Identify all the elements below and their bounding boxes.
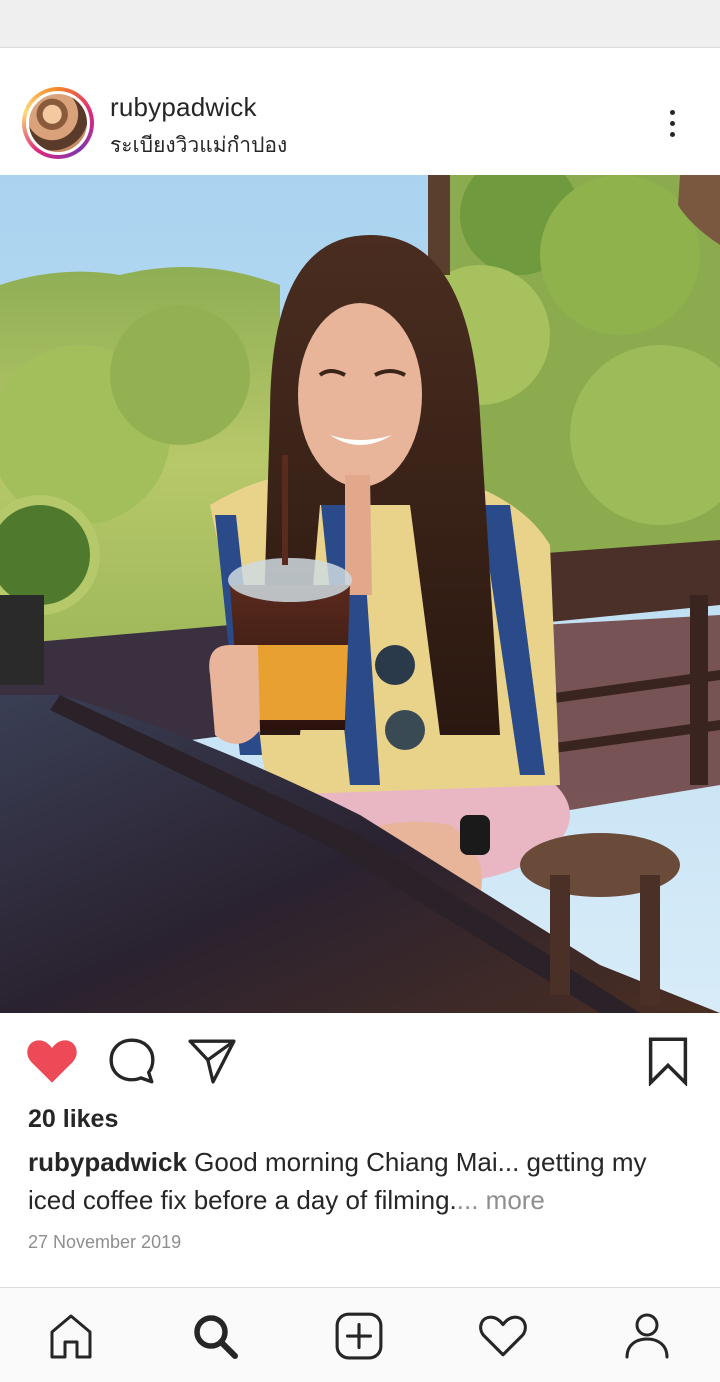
comment-bubble-icon — [109, 1038, 155, 1084]
home-icon — [50, 1314, 92, 1359]
save-button[interactable] — [640, 1033, 696, 1089]
post-username[interactable]: rubypadwick — [110, 92, 257, 123]
profile-icon — [625, 1313, 669, 1359]
post-actions — [0, 1013, 720, 1103]
post-header: rubypadwick ระเบียงวิวแม่กำปอง — [0, 49, 720, 175]
activity-heart-icon — [479, 1315, 527, 1357]
nav-home[interactable] — [43, 1308, 99, 1364]
nav-profile[interactable] — [619, 1308, 675, 1364]
post-date: 27 November 2019 — [28, 1232, 182, 1252]
status-bar — [0, 0, 720, 48]
share-button[interactable] — [184, 1033, 240, 1089]
new-post-icon — [335, 1312, 383, 1360]
post-caption: rubypadwick Good morning Chiang Mai... g… — [28, 1143, 698, 1219]
bottom-nav — [0, 1287, 720, 1382]
more-options-icon — [669, 109, 675, 115]
post-location[interactable]: ระเบียงวิวแม่กำปอง — [110, 129, 287, 162]
caption-username[interactable]: rubypadwick — [28, 1147, 187, 1177]
paper-plane-icon — [188, 1039, 236, 1084]
post-photo[interactable] — [0, 175, 720, 1013]
comment-button[interactable] — [104, 1033, 160, 1089]
bookmark-icon — [648, 1037, 688, 1086]
likes-count[interactable]: 20 likes — [28, 1105, 118, 1134]
avatar[interactable] — [26, 91, 90, 155]
more-options-button[interactable] — [650, 101, 694, 145]
like-button[interactable] — [24, 1033, 80, 1089]
nav-activity[interactable] — [475, 1308, 531, 1364]
heart-filled-icon — [27, 1040, 77, 1083]
nav-search[interactable] — [187, 1308, 243, 1364]
story-ring[interactable] — [22, 87, 94, 159]
nav-new-post[interactable] — [331, 1308, 387, 1364]
caption-more-link[interactable]: ... more — [457, 1185, 545, 1215]
search-icon — [194, 1315, 238, 1359]
post-image — [0, 175, 720, 1013]
